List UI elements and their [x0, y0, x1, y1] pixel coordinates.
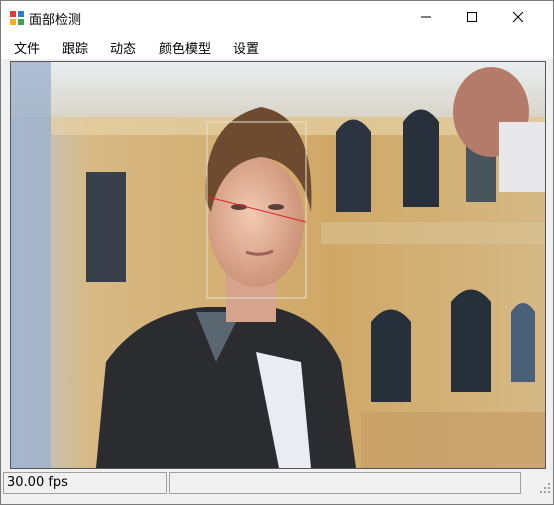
menu-settings[interactable]: 设置	[233, 38, 259, 57]
menu-track[interactable]: 跟踪	[62, 38, 88, 57]
app-icon	[10, 11, 24, 25]
menu-file[interactable]: 文件	[14, 38, 40, 57]
fps-label: 30.00 fps	[7, 475, 68, 490]
status-panel-fps: 30.00 fps	[3, 472, 167, 494]
title-bar[interactable]: 面部检测	[1, 1, 553, 33]
window-title: 面部检测	[29, 13, 82, 28]
menu-bar: 文件 跟踪 动态 颜色模型 设置	[1, 33, 553, 59]
menu-motion[interactable]: 动态	[110, 38, 136, 57]
status-panel-secondary	[169, 472, 521, 494]
minimize-button[interactable]	[403, 1, 449, 33]
menu-color-model[interactable]: 颜色模型	[159, 38, 211, 57]
status-bar: 30.00 fps	[1, 469, 553, 504]
minimize-icon	[421, 16, 431, 18]
close-button[interactable]	[495, 1, 541, 33]
camera-frame	[11, 62, 545, 468]
resize-grip-icon[interactable]	[539, 482, 551, 494]
close-icon	[512, 11, 524, 23]
app-window: 面部检测 文件 跟踪 动态 颜色模型 设置 30.00 fps	[0, 0, 554, 505]
camera-view	[10, 61, 546, 469]
maximize-icon	[467, 12, 477, 22]
maximize-button[interactable]	[449, 1, 495, 33]
